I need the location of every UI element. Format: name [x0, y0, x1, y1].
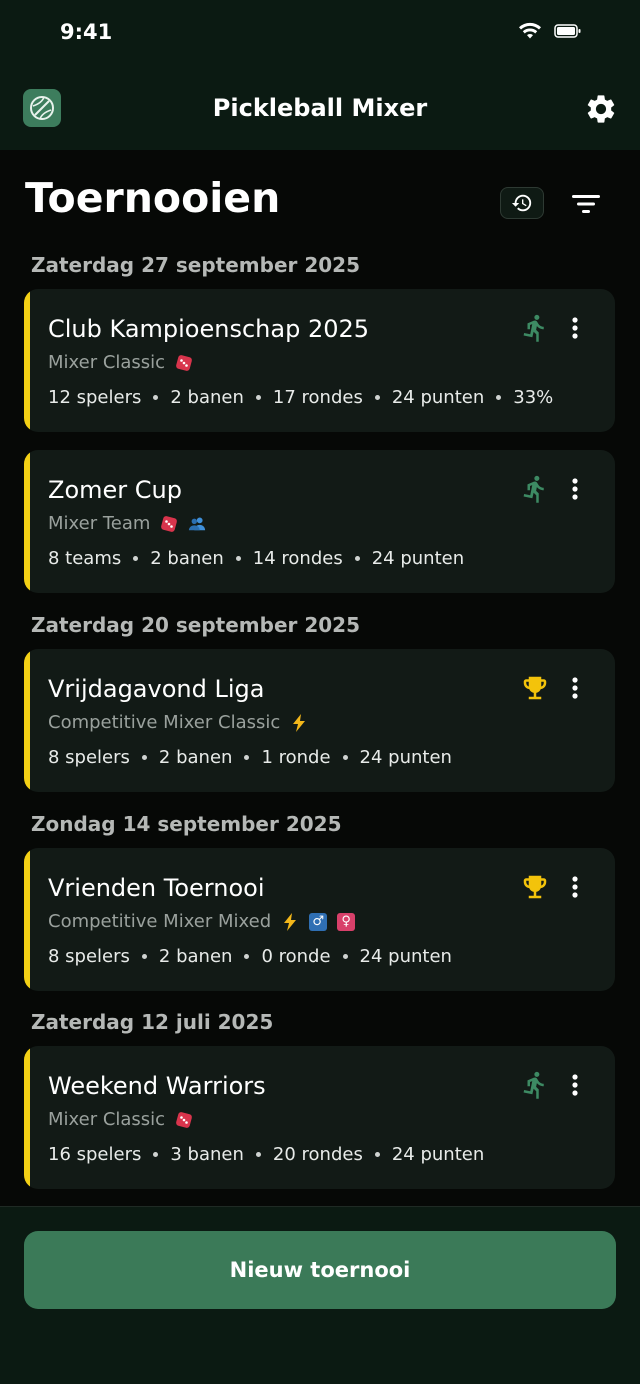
tournament-format-row: Mixer Classic — [48, 1109, 193, 1130]
app-bar: Pickleball Mixer — [0, 70, 640, 150]
tournament-name: Weekend Warriors — [48, 1072, 266, 1100]
tournament-name: Vrijdagavond Liga — [48, 675, 265, 703]
meta-points: 24 punten — [391, 1144, 485, 1165]
more-options-button[interactable] — [563, 474, 587, 504]
tournament-format-row: Competitive Mixer Mixed ♂ ♀ — [48, 911, 356, 932]
meta-players: 12 spelers — [48, 387, 142, 408]
status-time: 9:41 — [60, 20, 113, 44]
more-options-button[interactable] — [563, 313, 587, 343]
more-options-button[interactable] — [563, 673, 587, 703]
meta-players: 8 spelers — [48, 747, 130, 768]
tournament-meta: 8 spelers 2 banen 1 ronde 24 punten — [48, 747, 452, 768]
settings-button[interactable] — [584, 92, 618, 126]
trophy-icon — [520, 872, 550, 902]
more-vert-icon — [572, 1074, 578, 1096]
meta-progress: 33% — [513, 387, 554, 408]
dice-icon — [175, 354, 193, 372]
filter-icon — [572, 195, 600, 213]
more-vert-icon — [572, 478, 578, 500]
meta-courts: 2 banen — [158, 946, 233, 967]
section-date: Zaterdag 27 september 2025 — [31, 253, 360, 277]
lightning-icon — [281, 912, 299, 931]
gear-icon — [587, 95, 615, 123]
section-date: Zaterdag 12 juli 2025 — [31, 1010, 274, 1034]
battery-icon — [554, 24, 581, 38]
dice-icon — [175, 1111, 193, 1129]
new-tournament-button[interactable]: Nieuw toernooi — [24, 1231, 616, 1309]
meta-courts: 2 banen — [158, 747, 233, 768]
meta-rounds: 1 ronde — [261, 747, 331, 768]
tournament-format: Mixer Classic — [48, 352, 166, 373]
meta-rounds: 14 rondes — [252, 548, 343, 569]
meta-teams: 8 teams — [48, 548, 122, 569]
history-button[interactable] — [500, 187, 544, 219]
tournament-name: Club Kampioenschap 2025 — [48, 315, 370, 343]
meta-rounds: 0 ronde — [261, 946, 331, 967]
wifi-icon — [519, 22, 541, 39]
female-symbol-icon: ♀ — [337, 912, 356, 931]
section-date: Zondag 14 september 2025 — [31, 812, 342, 836]
tournament-format: Mixer Team — [48, 513, 151, 534]
filter-button[interactable] — [570, 190, 602, 218]
dice-icon — [160, 515, 178, 533]
tournament-card[interactable]: Zomer Cup Mixer Team 8 teams 2 banen 14 … — [24, 450, 615, 593]
more-options-button[interactable] — [563, 872, 587, 902]
status-bar: 9:41 — [0, 0, 640, 70]
history-icon — [511, 194, 532, 212]
tournament-card[interactable]: Club Kampioenschap 2025 Mixer Classic 12… — [24, 289, 615, 432]
tournament-format: Mixer Classic — [48, 1109, 166, 1130]
team-icon — [188, 515, 206, 533]
meta-points: 24 punten — [371, 548, 465, 569]
meta-players: 16 spelers — [48, 1144, 142, 1165]
more-vert-icon — [572, 317, 578, 339]
tournament-card[interactable]: Vrijdagavond Liga Competitive Mixer Clas… — [24, 649, 615, 792]
tournament-format-row: Competitive Mixer Classic — [48, 712, 308, 733]
tournament-meta: 16 spelers 3 banen 20 rondes 24 punten — [48, 1144, 484, 1165]
meta-courts: 3 banen — [170, 1144, 244, 1165]
running-icon — [520, 1070, 550, 1100]
meta-points: 24 punten — [391, 387, 485, 408]
tournament-format: Competitive Mixer Mixed — [48, 911, 272, 932]
meta-points: 24 punten — [359, 747, 452, 768]
tournament-meta: 8 teams 2 banen 14 rondes 24 punten — [48, 548, 464, 569]
meta-players: 8 spelers — [48, 946, 130, 967]
tournament-card[interactable]: Vrienden Toernooi Competitive Mixer Mixe… — [24, 848, 615, 991]
male-symbol-icon: ♂ — [309, 912, 328, 931]
tournament-format-row: Mixer Classic — [48, 352, 193, 373]
lightning-icon — [290, 713, 308, 732]
meta-points: 24 punten — [359, 946, 452, 967]
tournament-name: Zomer Cup — [48, 476, 182, 504]
meta-courts: 2 banen — [170, 387, 244, 408]
tournament-format: Competitive Mixer Classic — [48, 712, 281, 733]
meta-rounds: 17 rondes — [272, 387, 363, 408]
tournament-name: Vrienden Toernooi — [48, 874, 265, 902]
tournament-meta: 12 spelers 2 banen 17 rondes 24 punten 3… — [48, 387, 553, 408]
page-title: Toernooien — [25, 174, 281, 222]
meta-courts: 2 banen — [150, 548, 224, 569]
tournament-card[interactable]: Weekend Warriors Mixer Classic 16 speler… — [24, 1046, 615, 1189]
running-icon — [520, 313, 550, 343]
meta-rounds: 20 rondes — [272, 1144, 363, 1165]
more-options-button[interactable] — [563, 1070, 587, 1100]
status-icons — [518, 22, 582, 40]
tournament-meta: 8 spelers 2 banen 0 ronde 24 punten — [48, 946, 452, 967]
app-title: Pickleball Mixer — [212, 94, 428, 122]
more-vert-icon — [572, 876, 578, 898]
section-date: Zaterdag 20 september 2025 — [31, 613, 360, 637]
tournament-format-row: Mixer Team — [48, 513, 206, 534]
trophy-icon — [520, 673, 550, 703]
running-icon — [520, 474, 550, 504]
more-vert-icon — [572, 677, 578, 699]
